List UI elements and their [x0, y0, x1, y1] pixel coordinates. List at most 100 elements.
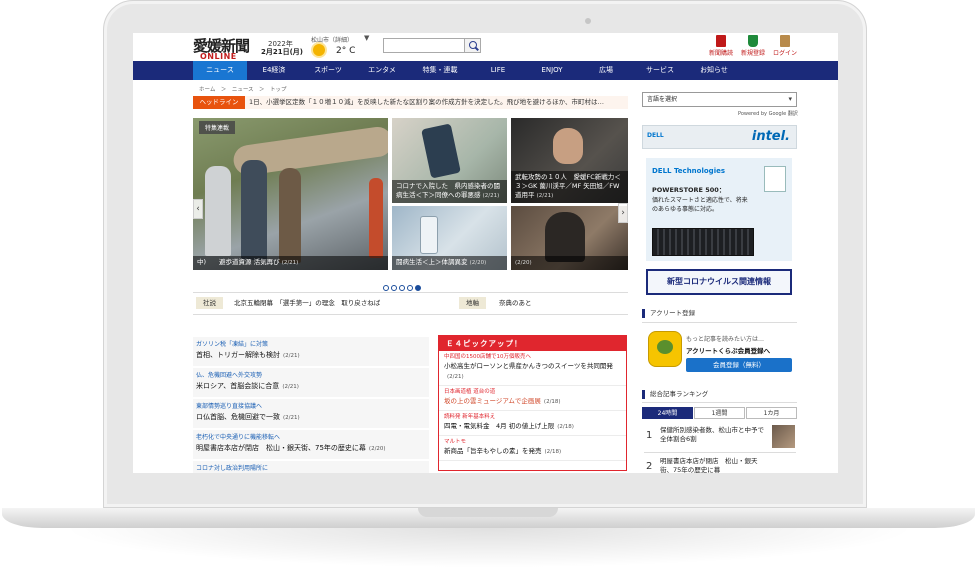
rank-title[interactable]: 明屋書店本店が閉店 松山・銀天街、75年の歴史に幕	[660, 457, 768, 473]
nav-item-enjoy[interactable]: ENJOY	[525, 61, 579, 80]
news-item[interactable]: 仏、危機回避へ外交攻勢 米ロシア、首脳会談に合意 (2/21)	[193, 368, 429, 397]
carousel-next-icon[interactable]: ›	[618, 203, 628, 223]
weather-temperature: 2° C	[336, 46, 356, 56]
nav-item-news[interactable]: ニュース	[193, 61, 247, 80]
e4-date: (2/18)	[544, 449, 562, 455]
caption-date: (2/20)	[469, 260, 487, 266]
register-label: 新規登録	[740, 50, 765, 57]
register-link[interactable]: 新規登録	[735, 35, 771, 57]
rank-number: 2	[646, 461, 653, 472]
search-input[interactable]	[383, 38, 465, 53]
column-link[interactable]: 奈典のあと	[499, 297, 532, 309]
nav-item-notice[interactable]: お知らせ	[687, 61, 741, 80]
photo-caption[interactable]: コロナで入院した 県内感染者の闘病生活＜下＞同僚への罪悪感 (2/21)	[392, 180, 507, 203]
ranking-item[interactable]: 1 保健所別感染者数、松山市と中予で全体割合6割	[644, 424, 796, 452]
carousel-tile[interactable]: コロナで入院した 県内感染者の闘病生活＜下＞同僚への罪悪感 (2/21)	[392, 118, 507, 203]
nav-item-e4[interactable]: E4経済	[247, 61, 301, 80]
news-item[interactable]: コロナ対し政治判用陽所に	[193, 461, 429, 473]
caption-date: (2/21)	[536, 193, 554, 199]
nav-item-sports[interactable]: スポーツ	[301, 61, 355, 80]
newspaper-icon	[716, 35, 726, 47]
news-date: (2/20)	[368, 446, 386, 452]
news-category[interactable]: 老朽化で中央通りに機能移転へ	[196, 433, 426, 442]
news-category[interactable]: ガソリン税「凍結」に対策	[196, 340, 426, 349]
tab-1month[interactable]: 1カ月	[746, 407, 797, 419]
laptop-notch	[418, 508, 558, 517]
search-icon[interactable]	[465, 38, 481, 53]
e4-category: 読料発 新年基本料え	[444, 414, 496, 420]
carousel-main-photo[interactable]: 特集連載 中) 避歩道資源 活気再び (2/21)	[193, 118, 388, 270]
e4-item[interactable]: 日本画道植 道台の道 坂の上の雲ミュージアムで企画展 (2/18)	[439, 386, 626, 411]
headline-ticker[interactable]: ヘッドライン 1日、小選挙区定数「１０増１０減」を反映した新たな区割り案の作成方…	[193, 96, 628, 109]
carousel-dot[interactable]	[399, 285, 405, 291]
e4-title[interactable]: 四電・電気料金 4月 初の値上げ上限	[444, 422, 554, 430]
rank-title[interactable]: 保健所別感染者数、松山市と中予で全体割合6割	[660, 426, 768, 444]
laptop-shadow	[60, 528, 918, 568]
carousel-dot[interactable]	[383, 285, 389, 291]
acc-link[interactable]: アクリートくらぶ会員登録へ	[686, 345, 770, 355]
dell-intel-ad[interactable]: DELL intel.	[642, 125, 797, 149]
e4-item[interactable]: 読料発 新年基本料え 四電・電気料金 4月 初の値上げ上限 (2/18)	[439, 411, 626, 436]
server-image	[652, 228, 754, 256]
covid-info-banner[interactable]: 新型コロナウイルス関連情報	[646, 269, 792, 295]
e4-title[interactable]: 坂の上の雲ミュージアムで企画展	[444, 397, 541, 405]
subscribe-link[interactable]: 新聞購読	[703, 35, 739, 57]
weather-city[interactable]: 松山市（詳細）	[311, 35, 353, 44]
mascot-icon[interactable]	[648, 331, 682, 367]
news-item[interactable]: 東部情勢巡り直接協議へ ロ仏首脳、危機回避で一致 (2/21)	[193, 399, 429, 428]
news-category[interactable]: コロナ対し政治判用陽所に	[196, 464, 426, 473]
dell-powerstore-ad[interactable]: DELL Technologies POWERSTORE 500： 価れたスマー…	[646, 158, 792, 261]
ticker-tag: ヘッドライン	[193, 96, 245, 109]
member-register-button[interactable]: 会員登録（無料）	[686, 358, 792, 372]
divider	[193, 292, 628, 293]
divider	[642, 402, 797, 403]
carousel-tile[interactable]: 闘病生活＜上＞体調異変 (2/20)	[392, 206, 507, 270]
photo-caption[interactable]: 中) 避歩道資源 活気再び (2/21)	[193, 256, 388, 270]
carousel-dot-active[interactable]	[415, 285, 421, 291]
login-link[interactable]: ログイン	[767, 35, 803, 57]
carousel-tile[interactable]: (2/20)	[511, 206, 628, 270]
photo-caption[interactable]: 武転攻勢の１０人 愛媛FC新戦力＜３＞GK 薗川渓平／MF 矢田旭／FW 道用平…	[511, 171, 628, 203]
editorial-link[interactable]: 北京五輪閉幕 「選手第一」の理念 取り戻さねば	[234, 297, 380, 309]
news-item[interactable]: ガソリン税「凍結」に対策 首相、トリガー解除も検討 (2/21)	[193, 337, 429, 366]
photo-figure	[241, 160, 267, 260]
e4-title[interactable]: 小松高生がローソンと県産かんきつのスイーツを共同開発	[444, 362, 613, 370]
carousel-dot[interactable]	[391, 285, 397, 291]
photo-tag: 特集連載	[199, 121, 236, 134]
carousel-tile[interactable]: 武転攻勢の１０人 愛媛FC新戦力＜３＞GK 薗川渓平／MF 矢田旭／FW 道用平…	[511, 118, 628, 203]
caption-date: (2/20)	[515, 260, 532, 266]
news-category[interactable]: 仏、危機回避へ外交攻勢	[196, 371, 426, 380]
photo-phone	[421, 123, 461, 179]
divider	[193, 314, 628, 315]
news-item[interactable]: 老朽化で中央通りに機能移転へ 明屋書店本店が閉店 松山・銀天街、75年の歴史に幕…	[193, 430, 429, 459]
news-title[interactable]: 米ロシア、首脳会談に合意	[196, 382, 279, 390]
chevron-down-icon[interactable]: ▼	[364, 34, 369, 42]
intel-chip-icon	[764, 166, 786, 192]
breadcrumb[interactable]: ホーム ＞ ニュース ＞ トップ	[199, 85, 287, 93]
news-title[interactable]: ロ仏首脳、危機回避で一致	[196, 413, 280, 421]
photo-caption[interactable]: (2/20)	[511, 256, 628, 270]
carousel-dot[interactable]	[407, 285, 413, 291]
tab-1week[interactable]: 1週間	[694, 407, 745, 419]
nav-item-features[interactable]: 特集・連載	[409, 61, 471, 80]
news-category[interactable]: 東部情勢巡り直接協議へ	[196, 402, 426, 411]
nav-item-service[interactable]: サービス	[633, 61, 687, 80]
ranking-tabs: 24時間 1週間 1カ月	[642, 407, 797, 419]
nav-item-hiroba[interactable]: 広場	[579, 61, 633, 80]
e4-title[interactable]: 新商品「旨辛もやしの素」を発売	[444, 447, 542, 455]
tab-24h[interactable]: 24時間	[642, 407, 693, 419]
photo-caption[interactable]: 闘病生活＜上＞体調異変 (2/20)	[392, 256, 507, 270]
carousel-prev-icon[interactable]: ‹	[193, 199, 203, 219]
news-title[interactable]: 明屋書店本店が閉店 松山・銀天街、75年の歴史に幕	[196, 444, 366, 452]
nav-item-life[interactable]: LIFE	[471, 61, 525, 80]
language-select[interactable]: 言語を選択	[642, 92, 797, 107]
e4-item[interactable]: 中四国の1500店舗で10万個販売へ 小松高生がローソンと県産かんきつのスイーツ…	[439, 351, 626, 386]
ranking-item[interactable]: 2 明屋書店本店が閉店 松山・銀天街、75年の歴史に幕	[644, 455, 796, 473]
news-date: (2/21)	[283, 353, 300, 359]
browser-screen: 愛媛新聞 ONLINE 2022年 2月21日(月) 松山市（詳細） 2° C …	[133, 33, 838, 473]
news-title[interactable]: 首相、トリガー解除も検討	[196, 351, 280, 359]
nav-item-entame[interactable]: エンタメ	[355, 61, 409, 80]
e4-item[interactable]: マルトモ 新商品「旨辛もやしの素」を発売 (2/18)	[439, 436, 626, 461]
ticker-text[interactable]: 1日、小選挙区定数「１０増１０減」を反映した新たな区割り案の作成方針を決定した。…	[249, 96, 604, 109]
rank-thumbnail[interactable]	[772, 425, 795, 448]
